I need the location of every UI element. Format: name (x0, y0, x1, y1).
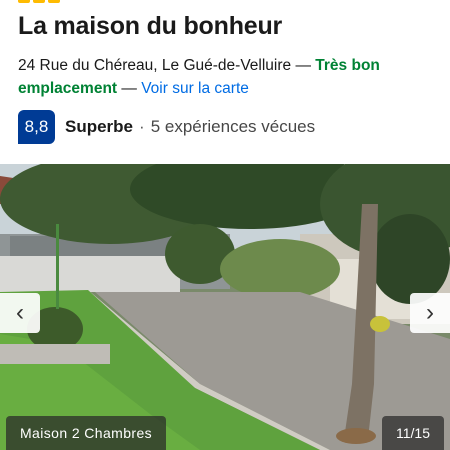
address-separator: — (295, 57, 311, 74)
photo-counter: 11/15 (382, 416, 444, 450)
photo-caption: Maison 2 Chambres (6, 416, 167, 450)
star-icon (33, 0, 45, 3)
review-score-badge: 8,8 (18, 110, 55, 144)
chevron-right-icon: › (426, 299, 434, 326)
review-summary[interactable]: 8,8 Superbe · 5 expériences vécues (18, 110, 315, 144)
property-title: La maison du bonheur (18, 12, 283, 40)
gallery-next-button[interactable]: › (410, 293, 450, 333)
review-count[interactable]: 5 expériences vécues (151, 117, 315, 137)
review-score-label: Superbe (65, 117, 134, 136)
map-separator: — (121, 80, 137, 97)
property-photo (0, 164, 450, 450)
star-rating (18, 0, 60, 3)
star-icon (18, 0, 30, 3)
map-link[interactable]: Voir sur la carte (141, 80, 249, 97)
chevron-left-icon: ‹ (16, 299, 24, 326)
property-address-block: 24 Rue du Chéreau, Le Gué-de-Velluire — … (18, 54, 438, 100)
review-separator: · (139, 117, 145, 136)
photo-gallery[interactable]: ‹ › Maison 2 Chambres 11/15 (0, 164, 450, 450)
gallery-prev-button[interactable]: ‹ (0, 293, 40, 333)
address-text: 24 Rue du Chéreau, Le Gué-de-Velluire (18, 57, 292, 74)
star-icon (48, 0, 60, 3)
